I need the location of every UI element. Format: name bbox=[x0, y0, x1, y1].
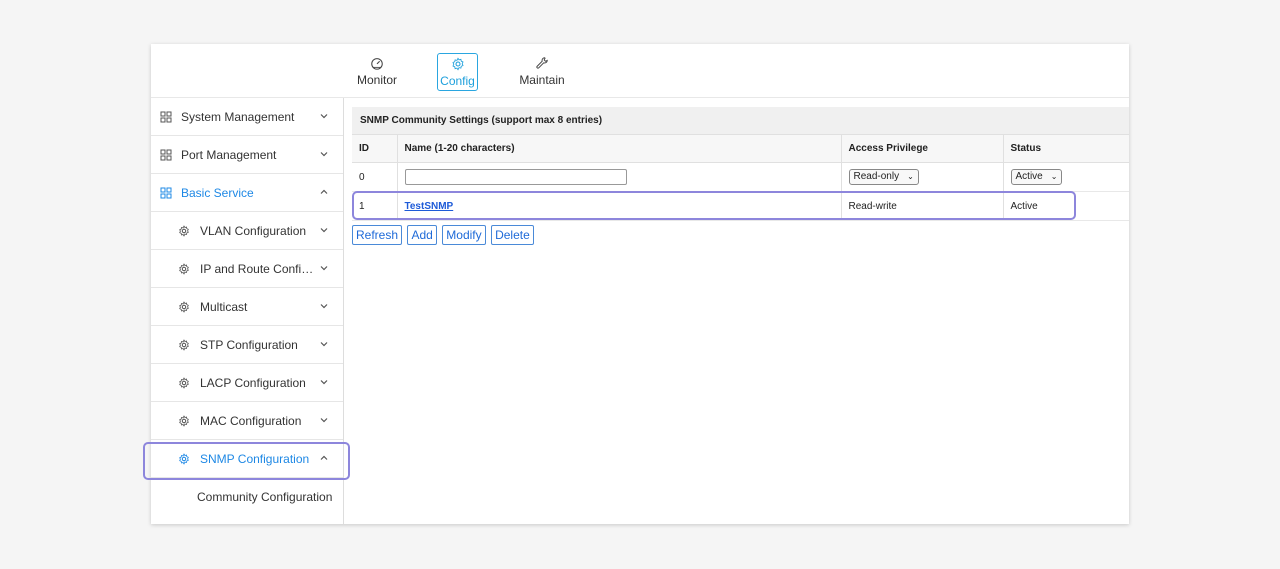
header-access: Access Privilege bbox=[841, 135, 1004, 163]
sidebar-item-vlan-configuration[interactable]: VLAN Configuration bbox=[151, 212, 343, 250]
sidebar-item-label: System Management bbox=[181, 110, 295, 124]
sidebar-item-label: Multicast bbox=[200, 300, 248, 314]
sidebar-item-snmp-configuration[interactable]: SNMP Configuration bbox=[151, 440, 343, 478]
action-buttons: Refresh Add Modify Delete bbox=[352, 225, 1129, 245]
sidebar-item-label: Community Configuration bbox=[197, 490, 333, 504]
new-status-cell: Active ⌄ bbox=[1003, 162, 1129, 192]
tab-label: Config bbox=[440, 74, 475, 88]
grid-icon bbox=[160, 187, 172, 199]
community-name-input[interactable] bbox=[404, 169, 627, 185]
top-nav: Monitor Config Maintain bbox=[151, 44, 1129, 98]
select-value: Active bbox=[1015, 171, 1043, 182]
delete-button[interactable]: Delete bbox=[491, 225, 534, 245]
chevron-down-icon bbox=[320, 304, 328, 309]
gear-icon bbox=[179, 377, 189, 389]
grid-icon bbox=[160, 111, 172, 123]
new-id-cell: 0 bbox=[352, 162, 398, 192]
sidebar-item-label: Basic Service bbox=[181, 186, 254, 200]
table-title: SNMP Community Settings (support max 8 e… bbox=[352, 107, 1129, 135]
gear-icon bbox=[179, 415, 189, 427]
sidebar-item-port-management[interactable]: Port Management bbox=[151, 136, 343, 174]
sidebar-item-label: LACP Configuration bbox=[200, 376, 306, 390]
sidebar-item-mac-configuration[interactable]: MAC Configuration bbox=[151, 402, 343, 440]
row-id: 1 bbox=[352, 191, 398, 221]
access-privilege-select[interactable]: Read-only ⌄ bbox=[848, 169, 919, 185]
tab-label: Maintain bbox=[519, 73, 565, 87]
gear-icon bbox=[179, 263, 189, 275]
new-access-cell: Read-only ⌄ bbox=[841, 162, 1004, 192]
row-access: Read-write bbox=[841, 191, 1004, 221]
chevron-down-icon bbox=[320, 228, 328, 233]
gear-icon bbox=[179, 453, 189, 465]
sidebar-item-community-configuration[interactable]: Community Configuration bbox=[151, 478, 343, 516]
status-select[interactable]: Active ⌄ bbox=[1010, 169, 1063, 185]
chevron-down-icon bbox=[320, 380, 328, 385]
community-name-link[interactable]: TestSNMP bbox=[405, 201, 454, 212]
grid-icon bbox=[160, 149, 172, 161]
chevron-down-icon bbox=[320, 342, 328, 347]
sidebar-item-multicast[interactable]: Multicast bbox=[151, 288, 343, 326]
chevron-down-icon: ⌄ bbox=[1050, 172, 1058, 181]
wrench-icon bbox=[517, 56, 567, 72]
gear-icon bbox=[179, 339, 189, 351]
select-value: Read-only bbox=[853, 171, 900, 182]
header-id: ID bbox=[352, 135, 398, 163]
new-name-cell bbox=[397, 162, 842, 192]
sidebar-item-basic-service[interactable]: Basic Service bbox=[151, 174, 343, 212]
sidebar: System Management Port Management Basic … bbox=[151, 98, 344, 524]
tab-monitor[interactable]: Monitor bbox=[352, 53, 402, 91]
sidebar-item-stp-configuration[interactable]: STP Configuration bbox=[151, 326, 343, 364]
sidebar-item-label: STP Configuration bbox=[200, 338, 298, 352]
gear-icon bbox=[438, 57, 477, 73]
tab-label: Monitor bbox=[356, 73, 397, 87]
chevron-down-icon: ⌄ bbox=[907, 172, 914, 181]
table-header-row: ID Name (1-20 characters) Access Privile… bbox=[352, 135, 1129, 163]
gear-icon bbox=[179, 225, 189, 237]
new-entry-row: 0 Read-only ⌄ Active ⌄ bbox=[352, 162, 1129, 192]
sidebar-item-system-management[interactable]: System Management bbox=[151, 98, 343, 136]
content-area: SNMP Community Settings (support max 8 e… bbox=[352, 107, 1129, 245]
sidebar-item-lacp-configuration[interactable]: LACP Configuration bbox=[151, 364, 343, 402]
chevron-down-icon bbox=[320, 152, 328, 157]
row-name-cell: TestSNMP bbox=[397, 191, 842, 221]
chevron-down-icon bbox=[320, 114, 328, 119]
modify-button[interactable]: Modify bbox=[442, 225, 486, 245]
tab-config[interactable]: Config bbox=[437, 53, 478, 91]
sidebar-item-ip-route-configuration[interactable]: IP and Route Configuration bbox=[151, 250, 343, 288]
add-button[interactable]: Add bbox=[407, 225, 437, 245]
sidebar-item-label: MAC Configuration bbox=[200, 414, 302, 428]
table-row[interactable]: 1 TestSNMP Read-write Active bbox=[352, 191, 1129, 221]
chevron-down-icon bbox=[320, 418, 328, 423]
sidebar-item-label: SNMP Configuration bbox=[200, 452, 310, 466]
sidebar-item-label: IP and Route Configuration bbox=[200, 262, 314, 276]
gear-icon bbox=[179, 301, 189, 313]
refresh-button[interactable]: Refresh bbox=[352, 225, 403, 245]
header-name: Name (1-20 characters) bbox=[397, 135, 842, 163]
row-status: Active bbox=[1003, 191, 1129, 221]
chevron-down-icon bbox=[320, 266, 328, 271]
chevron-up-icon bbox=[320, 189, 328, 194]
header-status: Status bbox=[1003, 135, 1129, 163]
tab-maintain[interactable]: Maintain bbox=[517, 53, 567, 91]
sidebar-item-label: VLAN Configuration bbox=[200, 224, 307, 238]
sidebar-item-label: Port Management bbox=[181, 148, 277, 162]
chevron-up-icon bbox=[320, 455, 328, 460]
main-panel: Monitor Config Maintain System Managemen… bbox=[151, 44, 1129, 524]
gauge-icon bbox=[352, 56, 402, 72]
community-table: ID Name (1-20 characters) Access Privile… bbox=[352, 135, 1129, 221]
